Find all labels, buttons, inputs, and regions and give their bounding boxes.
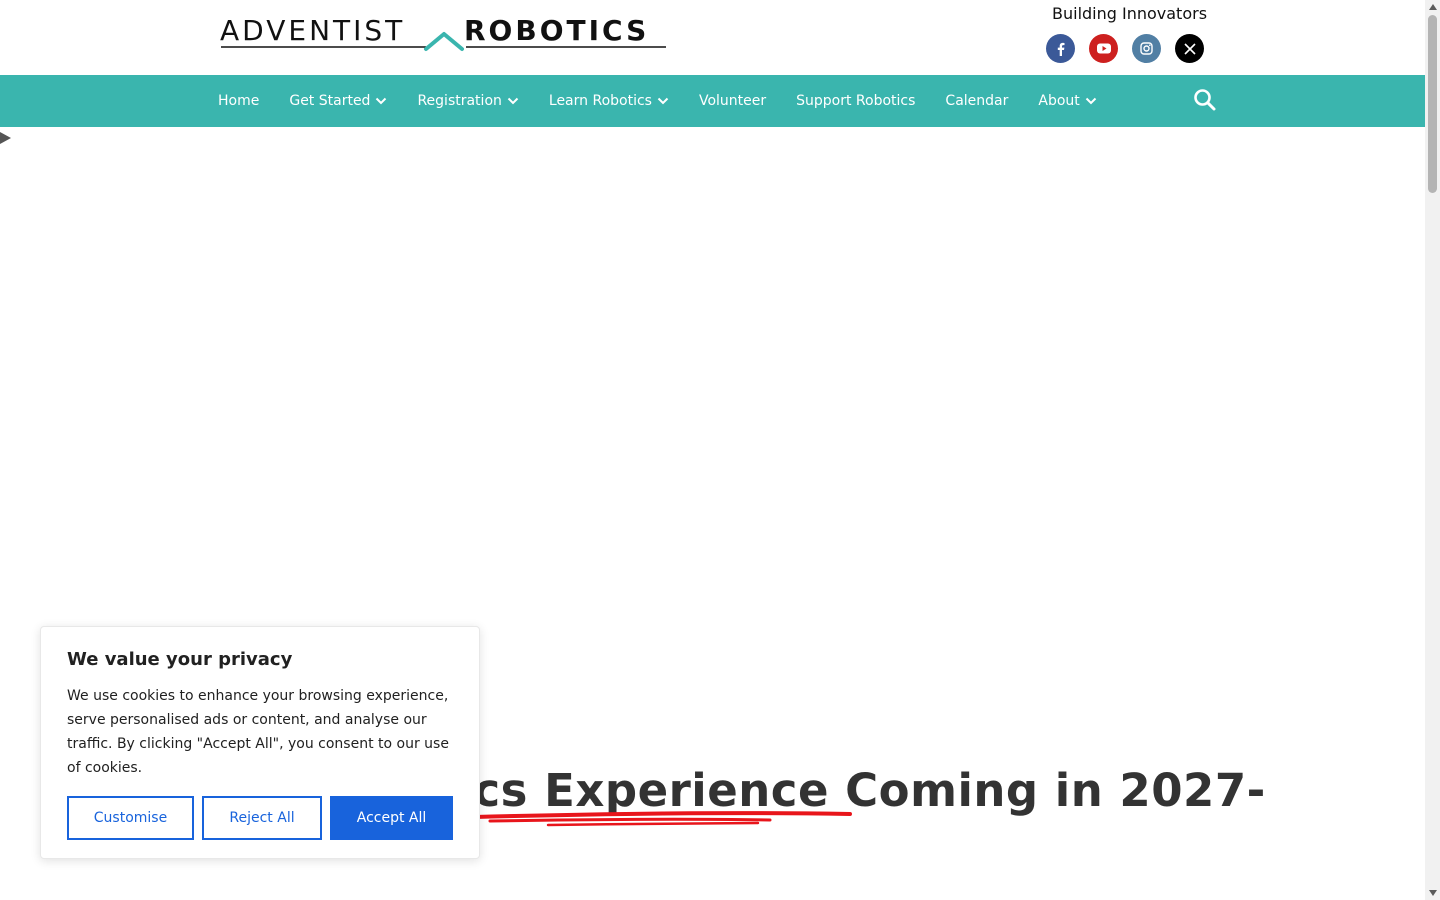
nav-item-get-started[interactable]: Get Started [274,75,402,127]
reject-all-button[interactable]: Reject All [202,796,322,840]
nav-item-label: Support Robotics [796,93,916,109]
logo-text-left: ADVENTIST [220,14,405,47]
search-icon [1194,89,1216,111]
nav-item-volunteer[interactable]: Volunteer [684,75,781,127]
chevron-down-icon [1085,97,1097,105]
facebook-icon [1057,42,1064,56]
nav-item-label: Get Started [289,93,371,109]
carousel-arrow-icon[interactable] [0,130,12,144]
page-scrollbar[interactable] [1425,0,1440,900]
cookie-banner-text: We use cookies to enhance your browsing … [67,688,449,776]
chevron-down-icon [657,97,669,105]
nav-item-registration[interactable]: Registration [402,75,533,127]
chevron-down-icon [507,97,519,105]
site-header: ADVENTIST ROBOTICS Building Innovators [0,0,1425,75]
scrollbar-thumb[interactable] [1428,15,1437,193]
logo-text-right: ROBOTICS [464,14,649,47]
instagram-link[interactable] [1132,34,1161,63]
hero-underline-scribble [473,811,852,827]
nav-item-label: Home [218,93,260,109]
nav-item-about[interactable]: About [1023,75,1111,127]
scroll-up-icon[interactable] [1429,4,1437,10]
main-nav: Home Get Started Registration Learn Robo… [0,75,1425,127]
nav-item-label: Registration [417,93,502,109]
facebook-link[interactable] [1046,34,1075,63]
customise-button[interactable]: Customise [67,796,194,840]
nav-item-label: About [1038,93,1080,109]
nav-item-label: Learn Robotics [548,93,652,109]
social-links [1046,34,1204,63]
tagline: Building Innovators [1052,4,1208,23]
search-button[interactable] [1192,87,1218,113]
youtube-link[interactable] [1089,34,1118,63]
youtube-icon [1096,43,1111,54]
cookie-banner-title: We value your privacy [67,649,293,670]
nav-item-learn-robotics[interactable]: Learn Robotics [534,75,684,127]
instagram-icon [1140,42,1153,55]
accept-all-button[interactable]: Accept All [330,796,453,840]
cookie-banner-actions: Customise Reject All Accept All [67,796,453,840]
cookie-consent-banner: We value your privacy We use cookies to … [40,626,480,859]
scroll-down-icon[interactable] [1429,890,1437,896]
nav-item-calendar[interactable]: Calendar [930,75,1023,127]
nav-item-support-robotics[interactable]: Support Robotics [781,75,930,127]
chevron-down-icon [375,97,387,105]
nav-item-label: Volunteer [698,93,767,109]
nav-item-label: Calendar [945,93,1009,109]
x-icon [1183,42,1196,55]
site-logo[interactable]: ADVENTIST ROBOTICS [220,14,668,54]
nav-item-home[interactable]: Home [203,75,274,127]
x-link[interactable] [1175,34,1204,63]
